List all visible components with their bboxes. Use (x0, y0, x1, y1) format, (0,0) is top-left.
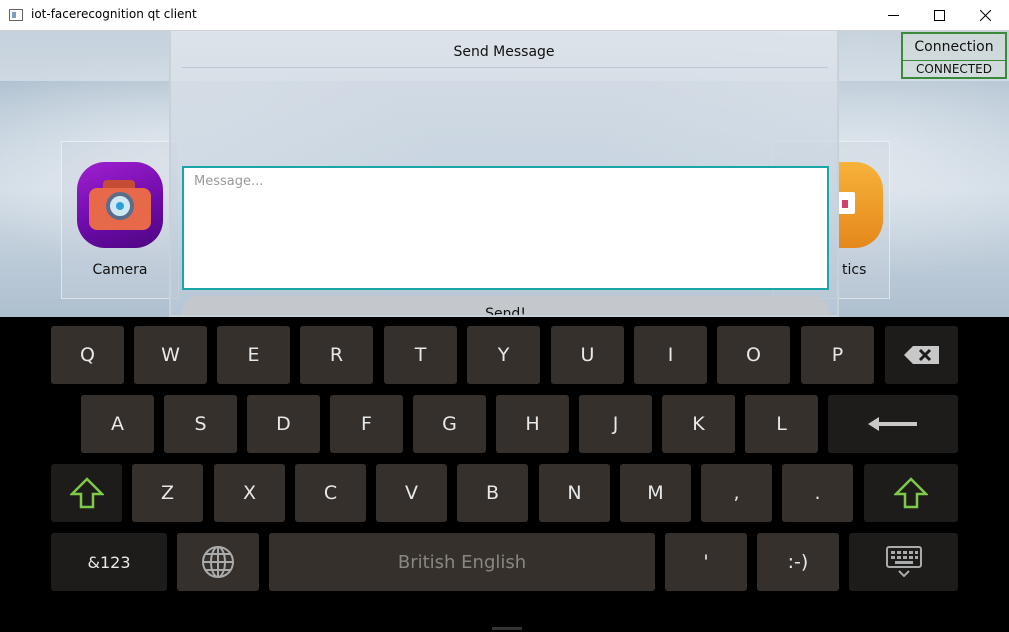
camera-tile[interactable]: Camera (61, 141, 179, 299)
close-button[interactable] (962, 0, 1008, 30)
minimize-button[interactable] (870, 0, 916, 30)
globe-icon (202, 546, 234, 578)
key-x[interactable]: X (214, 464, 285, 522)
key-b[interactable]: B (457, 464, 528, 522)
key-q[interactable]: Q (51, 326, 124, 384)
key-u[interactable]: U (551, 326, 624, 384)
key-n[interactable]: N (539, 464, 610, 522)
key-w[interactable]: W (134, 326, 207, 384)
key-e[interactable]: E (217, 326, 290, 384)
minimize-icon (887, 14, 899, 16)
key-a[interactable]: A (81, 395, 154, 453)
key-h[interactable]: H (496, 395, 569, 453)
key-k[interactable]: K (662, 395, 735, 453)
app-icon (9, 9, 23, 21)
maximize-button[interactable] (916, 0, 962, 30)
statistics-icon (839, 162, 883, 248)
hide-keyboard-icon (885, 546, 922, 578)
key-f[interactable]: F (330, 395, 403, 453)
bottom-handle (492, 627, 522, 630)
connection-status: CONNECTED (903, 60, 1005, 78)
virtual-keyboard: Q W E R T Y U I O P A S D F G H J K L Z … (0, 317, 1009, 632)
enter-key[interactable] (828, 395, 958, 453)
message-input[interactable] (182, 166, 829, 290)
key-v[interactable]: V (376, 464, 447, 522)
maximize-icon (933, 9, 945, 21)
language-key[interactable] (177, 533, 259, 591)
key-j[interactable]: J (579, 395, 652, 453)
space-key[interactable]: British English (269, 533, 655, 591)
key-m[interactable]: M (620, 464, 691, 522)
window-title: iot-facerecognition qt client (31, 7, 197, 21)
enter-icon (868, 417, 917, 431)
close-icon (979, 9, 991, 21)
key-apostrophe[interactable]: ' (665, 533, 747, 591)
key-g[interactable]: G (413, 395, 486, 453)
shift-key-left[interactable] (51, 464, 122, 522)
key-comma[interactable]: , (701, 464, 772, 522)
backspace-key[interactable] (885, 326, 958, 384)
key-z[interactable]: Z (132, 464, 203, 522)
shift-icon (894, 477, 928, 509)
key-p[interactable]: P (801, 326, 874, 384)
dialog-title: Send Message (453, 44, 555, 60)
key-l[interactable]: L (745, 395, 818, 453)
key-o[interactable]: O (717, 326, 790, 384)
key-period[interactable]: . (782, 464, 853, 522)
shift-key-right[interactable] (864, 464, 958, 522)
key-i[interactable]: I (634, 326, 707, 384)
symbols-key[interactable]: &123 (51, 533, 167, 591)
camera-tile-label: Camera (92, 262, 148, 278)
key-smiley[interactable]: :-) (757, 533, 839, 591)
connection-title: Connection (914, 39, 994, 55)
key-y[interactable]: Y (467, 326, 540, 384)
send-message-dialog: Send Message Send! (169, 31, 839, 317)
shift-icon (69, 477, 104, 509)
send-button[interactable]: Send! (182, 296, 829, 315)
key-s[interactable]: S (164, 395, 237, 453)
window-titlebar: iot-facerecognition qt client (0, 0, 1009, 31)
key-r[interactable]: R (300, 326, 373, 384)
connection-panel[interactable]: Connection CONNECTED (901, 32, 1007, 79)
key-t[interactable]: T (384, 326, 457, 384)
key-c[interactable]: C (295, 464, 366, 522)
statistics-tile-label: tics (842, 262, 867, 278)
dialog-divider (182, 67, 828, 68)
hide-keyboard-key[interactable] (849, 533, 958, 591)
backspace-icon (903, 346, 939, 364)
key-d[interactable]: D (247, 395, 320, 453)
camera-icon (77, 162, 163, 248)
